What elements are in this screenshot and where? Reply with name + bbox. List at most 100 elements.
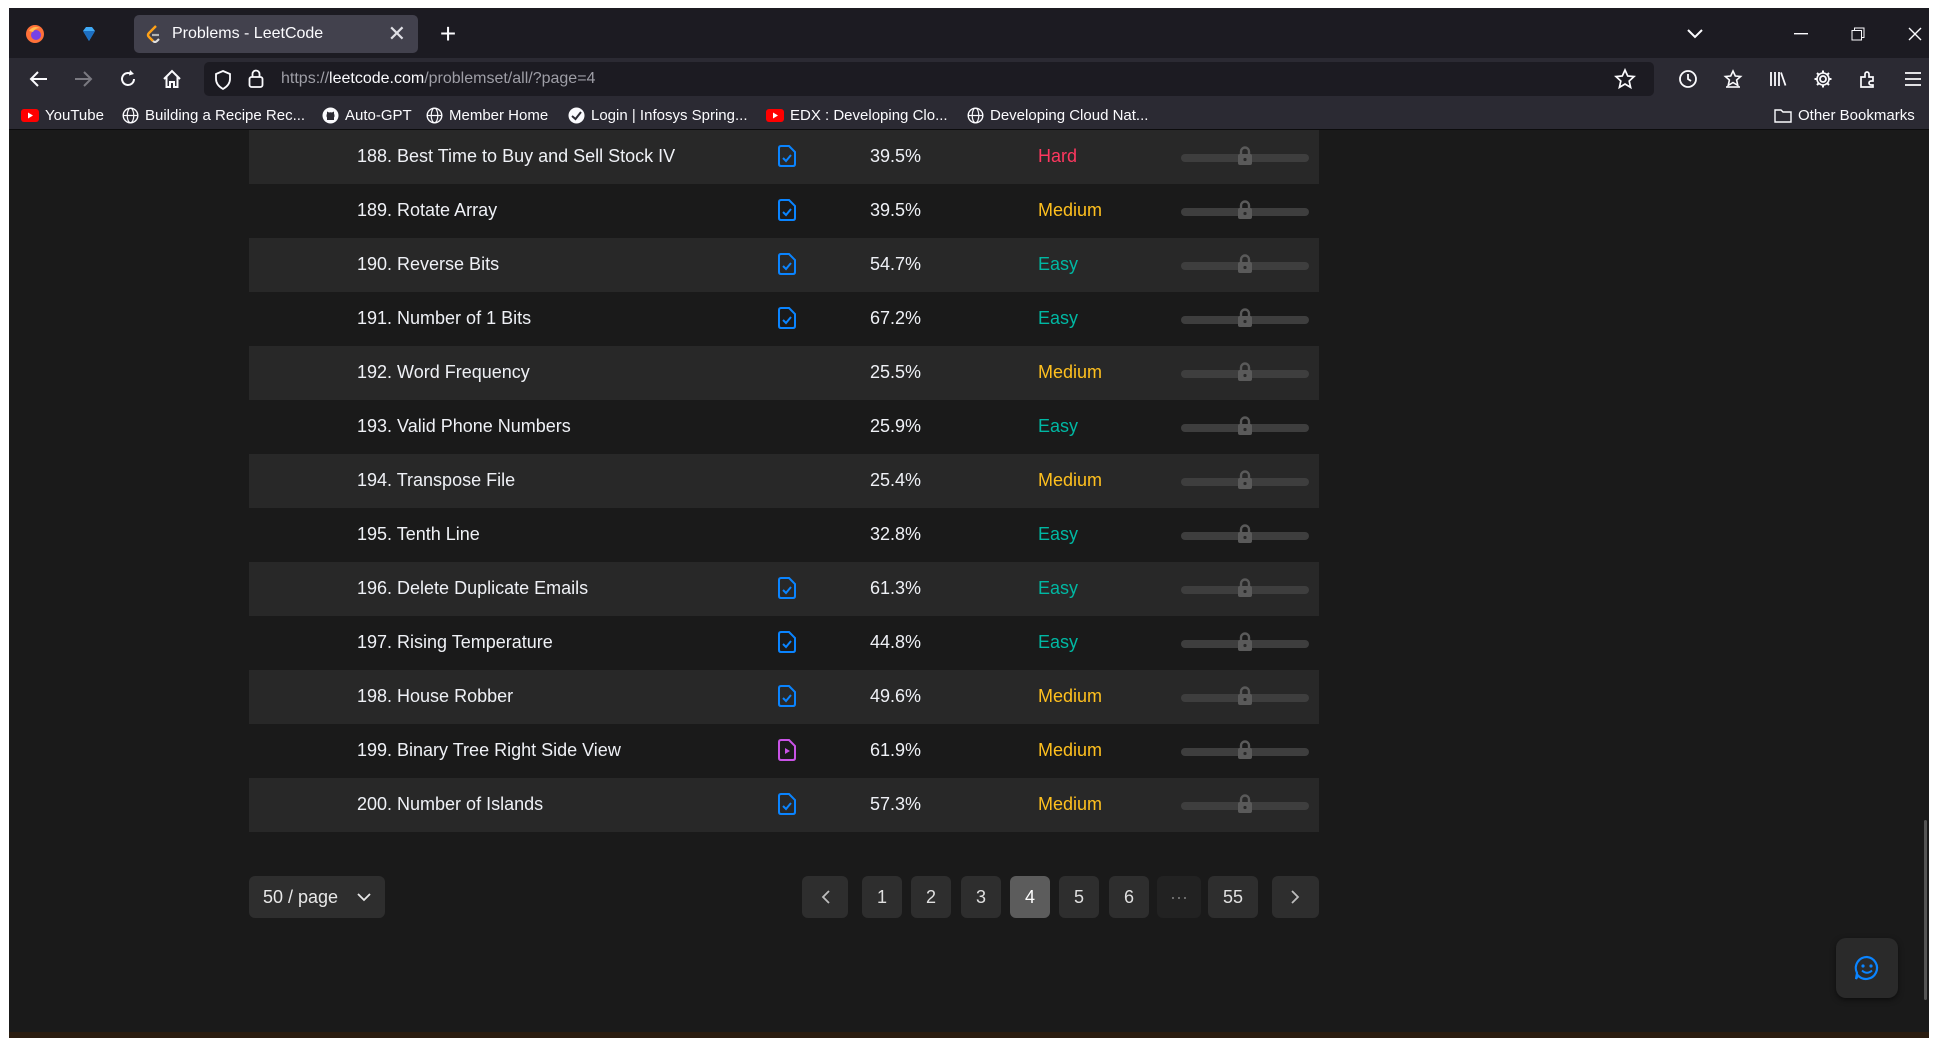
solution-article-icon[interactable]	[777, 145, 797, 167]
lock-icon	[1238, 470, 1252, 489]
tracking-protection-shield-icon[interactable]	[214, 70, 232, 90]
reload-icon	[121, 70, 135, 86]
bookmark-edx[interactable]: EDX : Developing Clo...	[766, 106, 948, 124]
other-bookmarks[interactable]: Other Bookmarks	[1774, 106, 1915, 124]
problem-title-link[interactable]: 188. Best Time to Buy and Sell Stock IV	[357, 146, 675, 167]
frequency-bar-locked[interactable]	[1181, 362, 1309, 384]
solution-article-icon[interactable]	[777, 253, 797, 275]
page-button[interactable]: 2	[911, 876, 951, 918]
page-button[interactable]: 1	[862, 876, 902, 918]
forward-button[interactable]	[67, 63, 99, 95]
url-text[interactable]: https://leetcode.com/problemset/all/?pag…	[281, 70, 595, 88]
prev-page-button[interactable]	[802, 876, 848, 918]
bookmark-youtube[interactable]: YouTube	[21, 106, 104, 124]
page-button[interactable]: 55	[1208, 876, 1258, 918]
problem-title-link[interactable]: 194. Transpose File	[357, 470, 515, 491]
history-button[interactable]	[1672, 63, 1704, 95]
problem-title-link[interactable]: 199. Binary Tree Right Side View	[357, 740, 621, 761]
pocket-button[interactable]	[1717, 63, 1749, 95]
page-button[interactable]: 6	[1109, 876, 1149, 918]
solution-article-icon[interactable]	[777, 577, 797, 599]
bookmark-star-icon[interactable]	[1614, 68, 1636, 90]
bookmark-autogpt[interactable]: Auto-GPT	[322, 106, 412, 124]
restore-button[interactable]	[1838, 20, 1878, 48]
page-ellipsis-button[interactable]: ···	[1157, 876, 1201, 918]
problem-title-link[interactable]: 190. Reverse Bits	[357, 254, 499, 275]
lock-icon[interactable]	[248, 69, 264, 89]
next-page-button[interactable]	[1272, 876, 1319, 918]
solution-article-icon[interactable]	[777, 685, 797, 707]
acceptance-rate: 32.8%	[870, 524, 922, 544]
close-tab-icon[interactable]: ✕	[388, 23, 406, 45]
page-button[interactable]: 4	[1010, 876, 1050, 918]
url-prefix: https://	[281, 70, 330, 87]
back-arrow-icon	[29, 71, 47, 87]
problem-title-link[interactable]: 196. Delete Duplicate Emails	[357, 578, 588, 599]
minimize-button[interactable]	[1781, 20, 1821, 48]
acceptance-rate: 54.7%	[870, 254, 922, 274]
problem-title-link[interactable]: 193. Valid Phone Numbers	[357, 416, 571, 437]
back-button[interactable]	[23, 63, 55, 95]
frequency-bar-locked[interactable]	[1181, 794, 1309, 816]
problem-title-link[interactable]: 195. Tenth Line	[357, 524, 480, 545]
globe-icon	[426, 106, 443, 124]
bookmark-label: YouTube	[45, 106, 104, 124]
solution-article-icon[interactable]	[777, 631, 797, 653]
firefox-view-tab[interactable]	[15, 16, 55, 52]
frequency-bar-locked[interactable]	[1181, 578, 1309, 600]
problem-title-link[interactable]: 198. House Robber	[357, 686, 513, 707]
feedback-chat-button[interactable]	[1836, 938, 1898, 998]
tab-leetcode[interactable]: Problems - LeetCode ✕	[134, 15, 418, 53]
frequency-bar-locked[interactable]	[1181, 146, 1309, 168]
solution-article-icon[interactable]	[777, 199, 797, 221]
bookmark-infosys[interactable]: Login | Infosys Spring...	[568, 106, 747, 124]
frequency-bar-locked[interactable]	[1181, 524, 1309, 546]
frequency-bar-locked[interactable]	[1181, 416, 1309, 438]
frequency-bar-locked[interactable]	[1181, 200, 1309, 222]
frequency-bar-locked[interactable]	[1181, 686, 1309, 708]
problem-row: 193. Valid Phone Numbers 25.9% Easy	[249, 400, 1319, 454]
bookmark-recipe[interactable]: Building a Recipe Rec...	[122, 106, 305, 124]
problem-title-link[interactable]: 192. Word Frequency	[357, 362, 530, 383]
page-button[interactable]: 5	[1059, 876, 1099, 918]
reload-button[interactable]	[112, 63, 144, 95]
library-button[interactable]	[1762, 63, 1794, 95]
lock-icon	[1238, 524, 1252, 543]
frequency-bar-locked[interactable]	[1181, 254, 1309, 276]
extensions-button[interactable]	[1852, 63, 1884, 95]
home-button[interactable]	[156, 63, 188, 95]
problem-title-link[interactable]: 191. Number of 1 Bits	[357, 308, 531, 329]
problem-title-link[interactable]: 197. Rising Temperature	[357, 632, 553, 653]
minimize-icon	[1794, 33, 1808, 35]
problem-title-link[interactable]: 200. Number of Islands	[357, 794, 543, 815]
address-bar[interactable]: https://leetcode.com/problemset/all/?pag…	[204, 62, 1654, 96]
globe-icon	[967, 106, 984, 124]
new-tab-button[interactable]: +	[432, 18, 464, 50]
acceptance-rate: 49.6%	[870, 686, 922, 706]
page-button[interactable]: 3	[961, 876, 1001, 918]
bookmark-cloud-native[interactable]: Developing Cloud Nat...	[967, 106, 1148, 124]
frequency-bar-locked[interactable]	[1181, 632, 1309, 654]
difficulty-label: Medium	[1038, 470, 1103, 490]
solution-article-icon[interactable]	[777, 793, 797, 815]
list-all-tabs-button[interactable]	[1675, 20, 1715, 48]
video-solution-icon[interactable]	[777, 739, 797, 761]
solution-article-icon[interactable]	[777, 307, 797, 329]
bookmark-member-home[interactable]: Member Home	[426, 106, 548, 124]
pinned-tab[interactable]	[69, 16, 109, 52]
frequency-bar-locked[interactable]	[1181, 470, 1309, 492]
window-bottom-edge	[9, 1032, 1929, 1038]
youtube-icon	[766, 108, 784, 122]
difficulty-label: Hard	[1038, 146, 1078, 166]
menu-button[interactable]	[1897, 63, 1929, 95]
page-size-select[interactable]: 50 / page	[249, 876, 385, 918]
gear-icon	[1814, 70, 1832, 88]
frequency-bar-locked[interactable]	[1181, 740, 1309, 762]
frequency-bar-locked[interactable]	[1181, 308, 1309, 330]
problem-title-link[interactable]: 189. Rotate Array	[357, 200, 497, 221]
scrollbar-thumb[interactable]	[1924, 820, 1927, 1000]
settings-button[interactable]	[1807, 63, 1839, 95]
problem-table: 188. Best Time to Buy and Sell Stock IV 3…	[249, 130, 1319, 832]
close-window-button[interactable]	[1895, 20, 1935, 48]
lock-icon	[1238, 146, 1252, 165]
